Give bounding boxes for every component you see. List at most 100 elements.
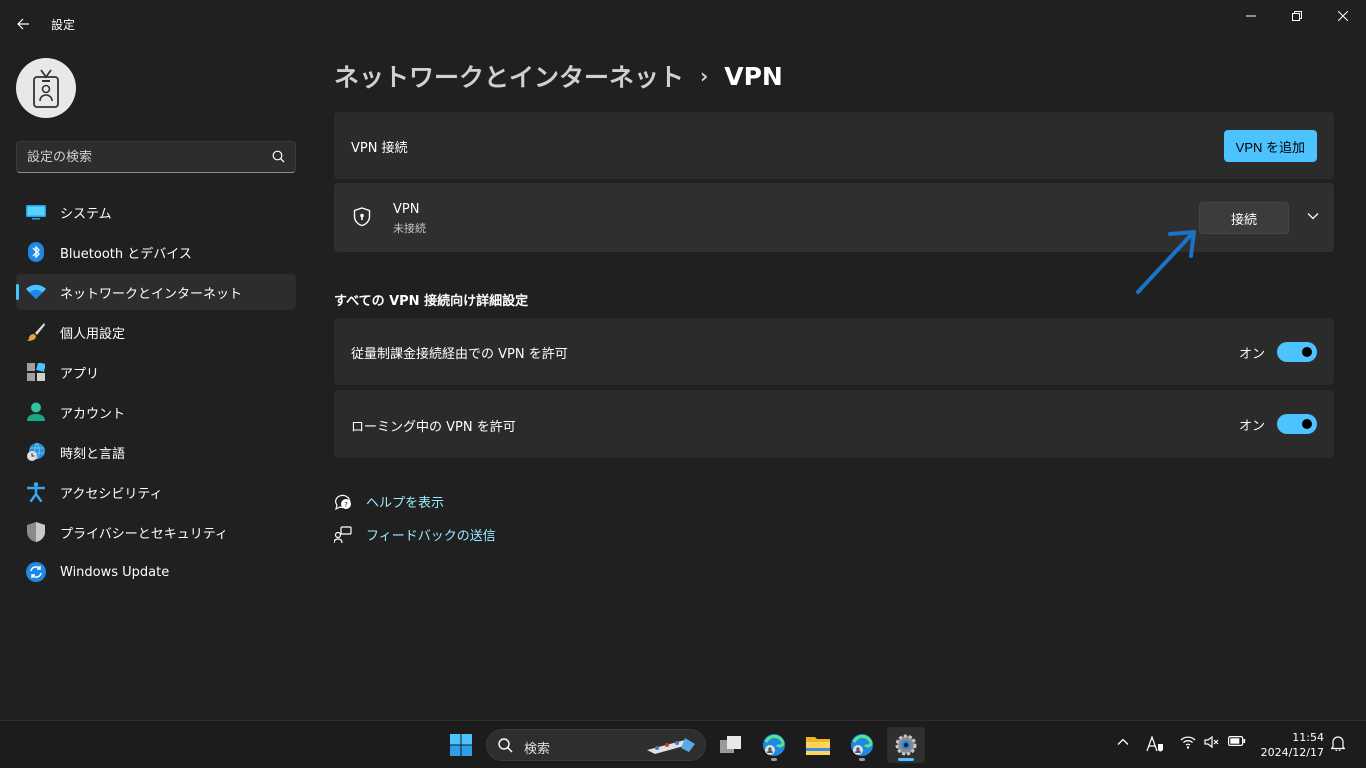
ime-pen-icon: [1146, 735, 1163, 752]
notifications-button[interactable]: [1331, 735, 1345, 751]
back-arrow-icon: [17, 18, 29, 30]
sidebar-item-label: システム: [60, 206, 112, 222]
sidebar-item-bluetooth[interactable]: Bluetooth とデバイス: [16, 234, 296, 270]
help-chat-icon: ?: [334, 493, 352, 511]
close-icon: [1338, 11, 1348, 21]
clock-date: 2024/12/17: [1260, 746, 1324, 759]
speaker-muted-icon: [1204, 735, 1219, 749]
sidebar-item-apps[interactable]: アプリ: [16, 354, 296, 390]
sidebar-item-label: 個人用設定: [60, 326, 126, 342]
running-indicator: [771, 758, 777, 761]
breadcrumb-parent[interactable]: ネットワークとインターネット: [334, 58, 684, 94]
taskbar-search[interactable]: 検索: [486, 729, 706, 761]
sidebar-item-accessibility[interactable]: アクセシビリティ: [16, 474, 296, 510]
accessibility-icon: [26, 482, 46, 502]
taskbar-edge[interactable]: [843, 727, 881, 763]
help-link-row[interactable]: ? ヘルプを表示: [334, 492, 444, 511]
show-hidden-icons-button[interactable]: [1116, 735, 1130, 749]
wifi-icon: [1180, 736, 1196, 749]
feedback-link-row[interactable]: フィードバックの送信: [334, 525, 496, 544]
apps-icon: [26, 362, 46, 382]
battery-tray[interactable]: [1228, 735, 1246, 747]
vpn-status: 未接続: [393, 222, 426, 235]
settings-search-input[interactable]: [17, 142, 263, 172]
taskbar-search-label: 検索: [524, 742, 551, 757]
taskbar-file-explorer[interactable]: [799, 727, 837, 763]
sidebar-item-label: アカウント: [60, 406, 126, 422]
task-view-icon: [720, 736, 741, 753]
roaming-vpn-setting: ローミング中の VPN を許可 オン: [334, 390, 1334, 458]
vpn-connections-label: VPN 接続: [351, 141, 408, 156]
network-tray[interactable]: [1180, 735, 1196, 749]
bluetooth-icon: [26, 242, 46, 262]
help-link[interactable]: ヘルプを表示: [366, 492, 444, 511]
title-bar: 設定: [0, 0, 1366, 48]
globe-clock-icon: [26, 442, 46, 462]
sidebar-item-time-language[interactable]: 時刻と言語: [16, 434, 296, 470]
sidebar-item-windows-update[interactable]: Windows Update: [16, 554, 296, 590]
windows-logo-icon: [450, 734, 472, 756]
feedback-link[interactable]: フィードバックの送信: [366, 525, 496, 544]
restore-icon: [1292, 11, 1302, 21]
id-badge-icon: [33, 69, 59, 108]
restore-button[interactable]: [1274, 0, 1320, 32]
running-indicator: [898, 758, 914, 761]
toggle-group: オン: [1239, 342, 1317, 362]
taskbar-clock[interactable]: 11:54 2024/12/17: [1258, 730, 1324, 760]
paintbrush-icon: [26, 322, 46, 342]
connect-button[interactable]: 接続: [1199, 202, 1289, 234]
sidebar-item-system[interactable]: システム: [16, 194, 296, 230]
sidebar-item-accounts[interactable]: アカウント: [16, 394, 296, 430]
toggle-state: オン: [1238, 418, 1265, 434]
sidebar-item-network[interactable]: ネットワークとインターネット: [16, 274, 296, 310]
person-icon: [26, 402, 46, 422]
update-icon: [26, 562, 46, 582]
sidebar-item-personalization[interactable]: 個人用設定: [16, 314, 296, 350]
search-icon[interactable]: [272, 150, 285, 163]
add-vpn-button[interactable]: VPN を追加: [1223, 130, 1317, 162]
roaming-vpn-toggle[interactable]: [1277, 414, 1317, 434]
sidebar-item-label: 時刻と言語: [60, 446, 126, 462]
sidebar-item-label: アクセシビリティ: [60, 486, 163, 502]
sidebar-nav: システム Bluetooth とデバイス ネットワークとインターネット 個人用設…: [16, 194, 296, 594]
setting-label: ローミング中の VPN を許可: [351, 420, 516, 435]
task-view-button[interactable]: [712, 727, 750, 763]
ime-indicator[interactable]: [1146, 735, 1164, 753]
back-button[interactable]: [8, 10, 38, 38]
user-avatar[interactable]: [16, 58, 76, 118]
svg-text:?: ?: [344, 501, 348, 509]
advanced-settings-title: すべての VPN 接続向け詳細設定: [334, 294, 529, 309]
feedback-icon: [334, 525, 352, 544]
breadcrumb: ネットワークとインターネット › VPN: [334, 56, 783, 96]
toggle-group: オン: [1239, 414, 1317, 434]
toggle-state: オン: [1238, 346, 1265, 362]
toggle-knob: [1302, 419, 1312, 429]
start-button[interactable]: [442, 727, 480, 763]
gear-icon: [895, 734, 917, 756]
vpn-name: VPN: [393, 202, 420, 217]
close-button[interactable]: [1320, 0, 1366, 32]
sidebar-item-label: プライバシーとセキュリティ: [60, 526, 228, 542]
sidebar-item-privacy-security[interactable]: プライバシーとセキュリティ: [16, 514, 296, 550]
settings-search[interactable]: [16, 141, 296, 173]
taskbar-edge-profile[interactable]: [755, 727, 793, 763]
vpn-connections-card: VPN 接続 VPN を追加: [334, 112, 1334, 179]
metered-vpn-toggle[interactable]: [1277, 342, 1317, 362]
vpn-shield-icon: [353, 207, 371, 227]
minimize-icon: [1246, 15, 1256, 17]
volume-tray[interactable]: [1204, 735, 1220, 749]
taskbar: 検索 11:54 2024/12/17: [0, 720, 1366, 768]
chevron-down-icon[interactable]: [1306, 209, 1320, 223]
taskbar-settings[interactable]: [887, 727, 925, 763]
annotation-arrow-icon: [1136, 230, 1196, 294]
sidebar-item-label: アプリ: [60, 366, 100, 382]
shield-icon: [26, 522, 46, 542]
page-title: VPN: [724, 61, 783, 91]
clock-time: 11:54: [1292, 731, 1324, 744]
minimize-button[interactable]: [1228, 0, 1274, 32]
search-highlight-icon: [647, 738, 695, 754]
setting-label: 従量制課金接続経由での VPN を許可: [351, 347, 568, 362]
edge-icon: [851, 734, 873, 756]
toggle-knob: [1302, 347, 1312, 357]
sidebar-item-label: Windows Update: [60, 564, 170, 580]
